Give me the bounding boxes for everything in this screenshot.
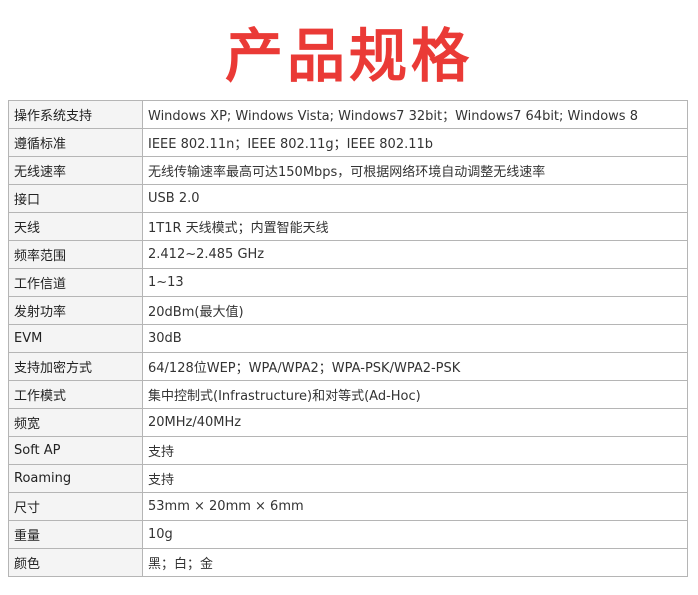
- table-row: 颜色 黑；白；金: [8, 548, 688, 577]
- spec-label: 颜色: [8, 548, 143, 577]
- spec-value: IEEE 802.11n；IEEE 802.11g；IEEE 802.11b: [142, 128, 688, 157]
- spec-label: 天线: [8, 212, 143, 241]
- spec-label: 无线速率: [8, 156, 143, 185]
- table-row: EVM 30dB: [8, 324, 688, 353]
- table-row: 操作系统支持 Windows XP; Windows Vista; Windows…: [8, 100, 688, 129]
- spec-table: 操作系统支持 Windows XP; Windows Vista; Windows…: [8, 100, 688, 577]
- spec-label: 支持加密方式: [8, 352, 143, 381]
- spec-label: 工作模式: [8, 380, 143, 409]
- table-row: 发射功率 20dBm(最大值): [8, 296, 688, 325]
- spec-label: 遵循标准: [8, 128, 143, 157]
- spec-label: 频率范围: [8, 240, 143, 269]
- spec-value: 1T1R 天线模式；内置智能天线: [142, 212, 688, 241]
- spec-label: Roaming: [8, 464, 143, 493]
- spec-value: 支持: [142, 464, 688, 493]
- spec-value: 53mm × 20mm × 6mm: [142, 492, 688, 521]
- table-row: 接口 USB 2.0: [8, 184, 688, 213]
- spec-label: 尺寸: [8, 492, 143, 521]
- table-row: Soft AP 支持: [8, 436, 688, 465]
- table-row: 重量 10g: [8, 520, 688, 549]
- spec-value: 2.412~2.485 GHz: [142, 240, 688, 269]
- table-row: Roaming 支持: [8, 464, 688, 493]
- spec-label: 发射功率: [8, 296, 143, 325]
- spec-label: 接口: [8, 184, 143, 213]
- table-row: 支持加密方式 64/128位WEP；WPA/WPA2；WPA-PSK/WPA2-P…: [8, 352, 688, 381]
- table-row: 无线速率 无线传输速率最高可达150Mbps，可根据网络环境自动调整无线速率: [8, 156, 688, 185]
- table-row: 遵循标准 IEEE 802.11n；IEEE 802.11g；IEEE 802.1…: [8, 128, 688, 157]
- spec-value: Windows XP; Windows Vista; Windows7 32bi…: [142, 100, 688, 129]
- page-title: 产品规格: [224, 22, 473, 90]
- spec-value: 64/128位WEP；WPA/WPA2；WPA-PSK/WPA2-PSK: [142, 352, 688, 381]
- spec-label: Soft AP: [8, 436, 143, 465]
- spec-value: 20MHz/40MHz: [142, 408, 688, 437]
- spec-label: 工作信道: [8, 268, 143, 297]
- spec-table-body: 操作系统支持 Windows XP; Windows Vista; Windows…: [8, 100, 688, 577]
- table-row: 天线 1T1R 天线模式；内置智能天线: [8, 212, 688, 241]
- spec-label: EVM: [8, 324, 143, 353]
- spec-value: 支持: [142, 436, 688, 465]
- table-row: 频宽 20MHz/40MHz: [8, 408, 688, 437]
- table-row: 工作模式 集中控制式(Infrastructure)和对等式(Ad-Hoc): [8, 380, 688, 409]
- spec-value: 20dBm(最大值): [142, 296, 688, 325]
- table-row: 频率范围 2.412~2.485 GHz: [8, 240, 688, 269]
- spec-value: 1~13: [142, 268, 688, 297]
- table-row: 尺寸 53mm × 20mm × 6mm: [8, 492, 688, 521]
- spec-value: 10g: [142, 520, 688, 549]
- spec-value: 30dB: [142, 324, 688, 353]
- spec-value: USB 2.0: [142, 184, 688, 213]
- header: 产品规格: [0, 0, 698, 98]
- table-row: 工作信道 1~13: [8, 268, 688, 297]
- spec-value: 黑；白；金: [142, 548, 688, 577]
- spec-value: 无线传输速率最高可达150Mbps，可根据网络环境自动调整无线速率: [142, 156, 688, 185]
- spec-label: 操作系统支持: [8, 100, 143, 129]
- spec-label: 重量: [8, 520, 143, 549]
- spec-label: 频宽: [8, 408, 143, 437]
- spec-value: 集中控制式(Infrastructure)和对等式(Ad-Hoc): [142, 380, 688, 409]
